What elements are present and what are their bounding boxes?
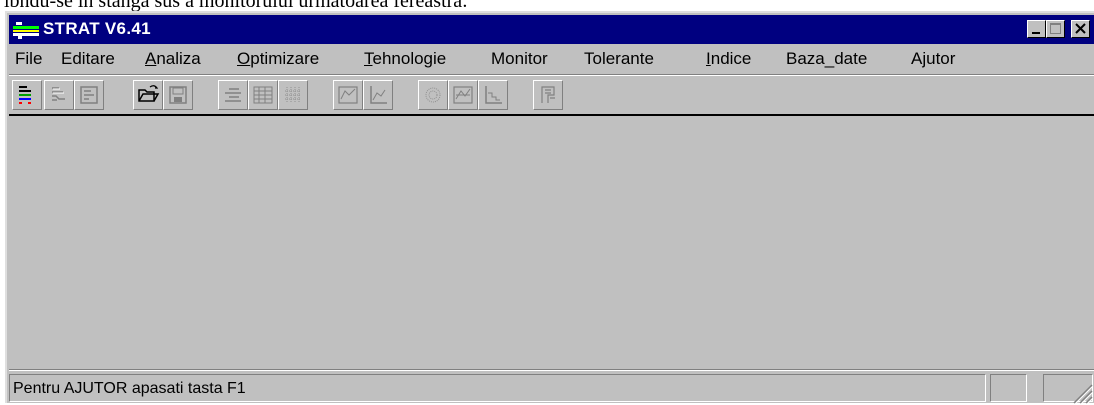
menu-analiza[interactable]: Analiza <box>145 49 201 69</box>
strat-color-button[interactable] <box>12 80 42 110</box>
sphere-icon <box>425 87 441 103</box>
menu-indice[interactable]: Indice <box>706 49 751 69</box>
app-window: STRAT V6.41 File Editare Analiza Optimiz… <box>5 11 1094 405</box>
menu-file[interactable]: File <box>15 49 42 69</box>
graph-button[interactable] <box>363 80 393 110</box>
minimize-icon <box>1032 32 1040 34</box>
save-button[interactable] <box>163 80 193 110</box>
save-disk-icon <box>169 86 187 104</box>
status-bar: Pentru AJUTOR apasati tasta F1 <box>9 372 1094 405</box>
profile-button[interactable] <box>533 80 563 110</box>
maximize-button[interactable] <box>1046 20 1065 38</box>
toolbar <box>9 77 1094 115</box>
status-pane-2 <box>990 374 1027 402</box>
menu-ajutor[interactable]: Ajutor <box>911 49 955 69</box>
maximize-icon <box>1050 23 1061 34</box>
status-message: Pentru AJUTOR apasati tasta F1 <box>13 380 246 397</box>
title-bar[interactable]: STRAT V6.41 <box>9 15 1094 44</box>
client-area[interactable] <box>9 116 1094 368</box>
dots-grid-button[interactable] <box>278 80 308 110</box>
open-button[interactable] <box>133 80 163 110</box>
window-title: STRAT V6.41 <box>43 19 151 38</box>
strat-color-icon <box>19 86 31 104</box>
strat-frame-icon <box>80 86 98 104</box>
resize-grip-icon[interactable] <box>1064 375 1094 405</box>
menu-optimizare[interactable]: Optimizare <box>237 49 319 69</box>
grid-button[interactable] <box>248 80 278 110</box>
step-button[interactable] <box>478 80 508 110</box>
menu-editare[interactable]: Editare <box>61 49 115 69</box>
menu-monitor[interactable]: Monitor <box>491 49 548 69</box>
graph-icon <box>370 86 387 104</box>
open-folder-icon <box>138 85 160 102</box>
menu-baza-date[interactable]: Baza_date <box>786 49 867 69</box>
list-button[interactable] <box>218 80 248 110</box>
menu-separator <box>9 74 1094 76</box>
menu-bar: File Editare Analiza Optimizare Tehnolog… <box>9 46 1094 72</box>
statusbar-separator <box>9 369 1094 371</box>
menu-tehnologie[interactable]: Tehnologie <box>364 49 446 69</box>
chart-button[interactable] <box>333 80 363 110</box>
profile-icon <box>541 86 555 103</box>
grid-icon <box>253 86 273 104</box>
strat-app-icon <box>13 22 39 39</box>
close-icon <box>1075 23 1086 34</box>
strat-disabled-button[interactable] <box>44 80 74 110</box>
status-message-pane: Pentru AJUTOR apasati tasta F1 <box>9 374 986 402</box>
sphere-button[interactable] <box>418 80 448 110</box>
step-icon <box>485 86 502 104</box>
minimize-button[interactable] <box>1027 20 1046 38</box>
list-icon <box>225 88 241 102</box>
strat-disabled-icon <box>52 87 65 101</box>
close-button[interactable] <box>1071 20 1090 38</box>
strat-frame-button[interactable] <box>74 80 104 110</box>
dots-grid-icon <box>285 87 301 103</box>
menu-tolerante[interactable]: Tolerante <box>584 49 654 69</box>
surface-button[interactable] <box>448 80 478 110</box>
chart-icon <box>338 86 358 104</box>
surface-icon <box>453 86 473 104</box>
